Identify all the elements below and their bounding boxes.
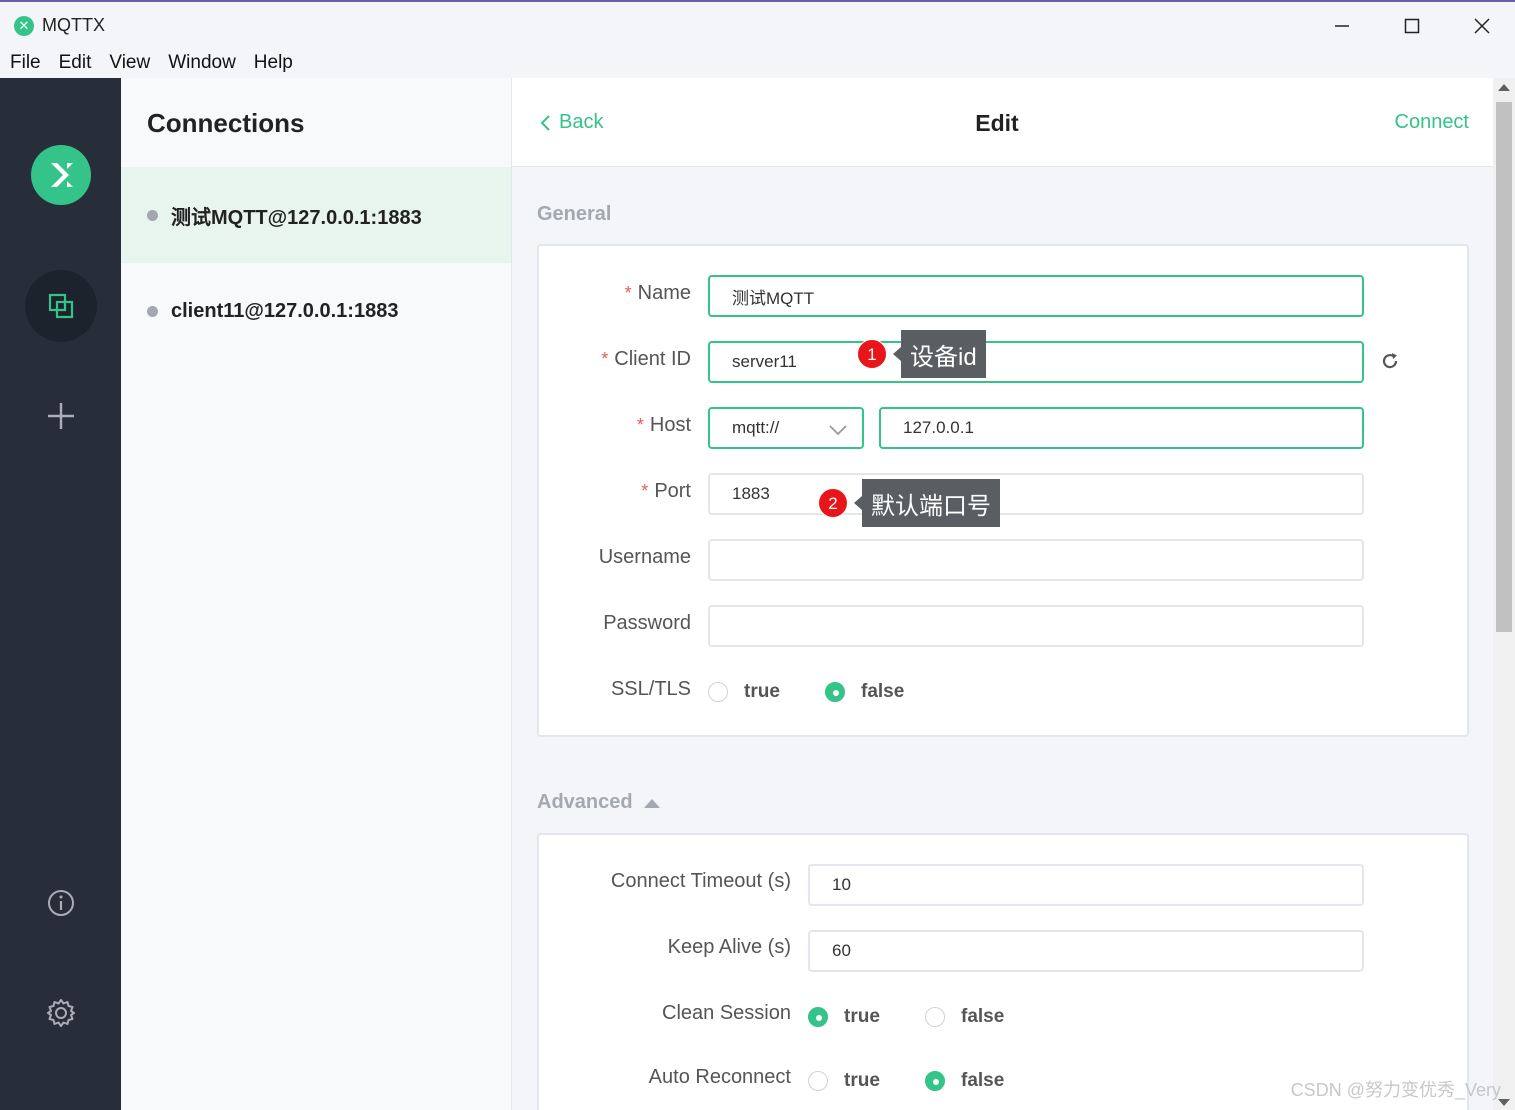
general-section-title: General (537, 203, 612, 225)
settings-button[interactable] (41, 993, 81, 1033)
connection-label: 测试MQTT@127.0.0.1:1883 (171, 206, 422, 229)
status-dot-icon (147, 209, 158, 221)
scroll-thumb[interactable] (1496, 102, 1512, 632)
edit-header: Back Edit Connect (512, 78, 1493, 167)
side-rail (0, 78, 121, 1110)
chevron-down-icon (829, 425, 847, 436)
advanced-section-toggle[interactable]: Advanced (537, 791, 661, 814)
scroll-up-icon[interactable] (1498, 84, 1510, 91)
new-connection-button[interactable] (41, 396, 81, 436)
app-window: ✕ MQTTX File Edit View Window Help Conne… (0, 0, 1515, 1110)
annotation-tooltip: 默认端口号 (862, 479, 1000, 527)
clean-session-false-radio[interactable]: false (925, 1006, 1004, 1028)
annotation-tooltip: 设备id (901, 330, 986, 378)
keep-alive-label: Keep Alive (s) (667, 936, 791, 958)
connections-nav-button[interactable] (25, 270, 97, 342)
close-button[interactable] (1462, 10, 1502, 42)
maximize-icon (1404, 18, 1420, 34)
advanced-card: Connect Timeout (s) 10 Keep Alive (s) 60… (537, 833, 1469, 1110)
about-button[interactable] (41, 883, 81, 923)
info-icon (48, 890, 74, 916)
clean-session-true-radio[interactable]: true (808, 1006, 880, 1028)
connect-button[interactable]: Connect (1395, 111, 1470, 134)
connections-icon (48, 293, 74, 319)
menu-view[interactable]: View (109, 52, 150, 74)
auto-reconnect-false-radio[interactable]: false (925, 1070, 1004, 1092)
client-id-label: * Client ID (601, 348, 691, 370)
annotation-badge: 1 (857, 339, 887, 369)
menu-help[interactable]: Help (254, 52, 293, 74)
edit-panel: Back Edit Connect General * Name 测试MQTT *… (512, 78, 1493, 1110)
connection-item[interactable]: client11@127.0.0.1:1883 (121, 263, 511, 359)
title-bar: ✕ MQTTX (0, 0, 1515, 48)
name-input[interactable]: 测试MQTT (708, 275, 1364, 317)
clean-session-label: Clean Session (662, 1002, 791, 1024)
mqttx-logo-icon (31, 145, 91, 205)
auto-reconnect-true-radio[interactable]: true (808, 1070, 880, 1092)
menu-edit[interactable]: Edit (59, 52, 92, 74)
connections-panel: Connections 测试MQTT@127.0.0.1:1883 client… (121, 78, 512, 1110)
connect-timeout-label: Connect Timeout (s) (610, 870, 791, 892)
password-input[interactable] (708, 605, 1364, 647)
annotation-device-id: 1 设备id (857, 330, 986, 378)
plus-icon (48, 403, 74, 429)
close-icon (1474, 18, 1490, 34)
menu-bar: File Edit View Window Help (0, 48, 1515, 78)
protocol-select[interactable]: mqtt:// (708, 407, 864, 449)
annotation-badge: 2 (818, 488, 848, 518)
connection-label: client11@127.0.0.1:1883 (171, 299, 399, 322)
connections-title: Connections (147, 108, 305, 138)
app-logo-icon: ✕ (14, 16, 34, 36)
page-title: Edit (975, 110, 1019, 136)
host-label: * Host (636, 414, 691, 436)
refresh-client-id-button[interactable] (1379, 350, 1403, 374)
ssl-false-radio[interactable]: false (825, 681, 904, 703)
password-label: Password (603, 612, 691, 634)
ssl-true-radio[interactable]: true (708, 681, 780, 703)
ssl-label: SSL/TLS (610, 678, 691, 700)
client-id-input[interactable]: server11 (708, 341, 1364, 383)
host-input[interactable]: 127.0.0.1 (879, 407, 1364, 449)
port-label: * Port (641, 480, 691, 502)
refresh-icon (1382, 353, 1398, 369)
window-title: MQTTX (42, 15, 105, 35)
username-label: Username (598, 546, 691, 568)
watermark: CSDN @努力变优秀_Very (1290, 1080, 1501, 1100)
connection-item-active[interactable]: 测试MQTT@127.0.0.1:1883 (121, 167, 511, 263)
general-card: * Name 测试MQTT * Client ID server11 * Host m… (537, 244, 1469, 737)
minimize-button[interactable] (1322, 10, 1362, 42)
annotation-default-port: 2 默认端口号 (818, 479, 1000, 527)
keep-alive-input[interactable]: 60 (808, 930, 1364, 972)
caret-up-icon (643, 798, 660, 808)
status-dot-icon (147, 305, 158, 317)
port-input[interactable]: 1883 (708, 473, 1364, 515)
gear-icon (47, 999, 75, 1027)
vertical-scrollbar[interactable] (1493, 78, 1515, 1110)
name-label: * Name (624, 282, 691, 304)
menu-window[interactable]: Window (168, 52, 236, 74)
username-input[interactable] (708, 539, 1364, 581)
menu-file[interactable]: File (10, 52, 41, 74)
maximize-button[interactable] (1392, 10, 1432, 42)
minimize-icon (1335, 25, 1349, 27)
auto-reconnect-label: Auto Reconnect (648, 1066, 791, 1088)
connect-timeout-input[interactable]: 10 (808, 864, 1364, 906)
